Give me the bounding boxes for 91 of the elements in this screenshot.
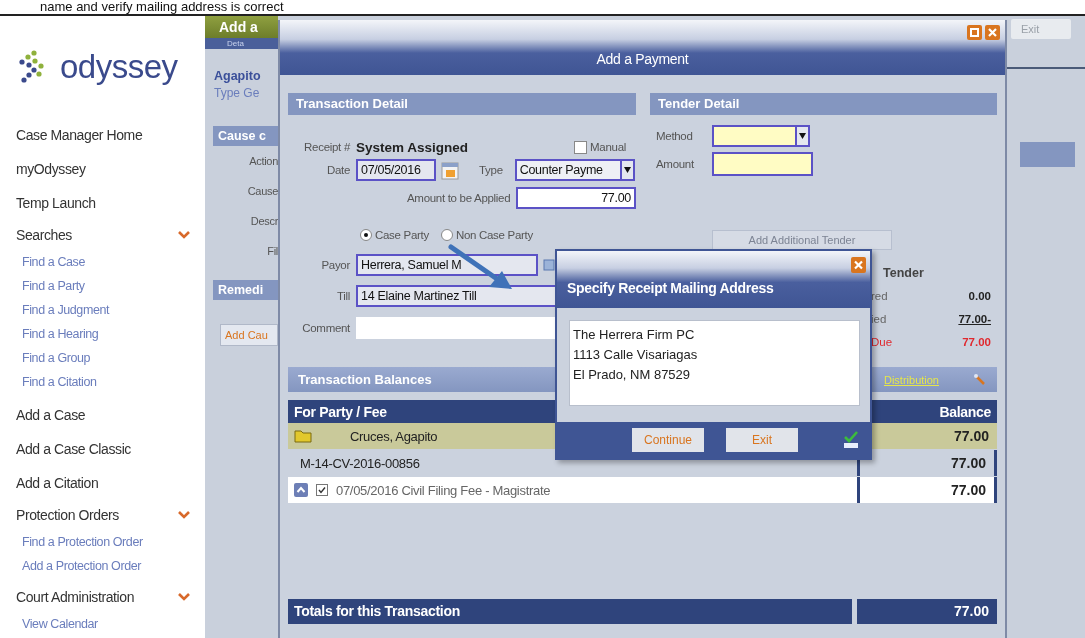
radio-label: Case Party: [375, 229, 429, 241]
table-cell: 77.00: [857, 477, 997, 503]
close-icon[interactable]: [985, 25, 1000, 40]
field-label: Receipt #: [303, 141, 350, 153]
column-header: Balance: [938, 403, 992, 420]
section-title: Transaction Balances: [298, 372, 432, 387]
add-button[interactable]: Add Cau: [220, 324, 278, 346]
nav-section-label[interactable]: Court Administration: [16, 589, 135, 605]
field-label: Method: [655, 130, 694, 142]
dialog-title: Add a Payment: [596, 51, 689, 67]
address-field[interactable]: The Herrera Firm PC 1113 Calle Visariagas El Prado, NM 87529: [569, 320, 860, 406]
field-label: Type: [479, 164, 503, 176]
summary-title: Tender: [882, 266, 925, 282]
nav-link[interactable]: Add a Citation: [16, 466, 205, 500]
detail-tab[interactable]: Deta: [227, 39, 244, 48]
receipt-number: System Assigned: [356, 139, 469, 155]
section-header: Cause c: [213, 126, 278, 146]
chevron-icon[interactable]: [177, 592, 191, 602]
summary-value: 77.00: [962, 335, 991, 348]
logo-text: odyssey: [60, 48, 178, 86]
field-label: Cause: [246, 184, 278, 199]
payor-field[interactable]: Herrera, Samuel M: [356, 254, 538, 276]
date-field[interactable]: 07/05/2016: [356, 159, 436, 181]
totals-label: Totals for this Transaction: [288, 599, 852, 624]
nav-sublink[interactable]: Find a Judgment: [16, 298, 205, 322]
exit-button[interactable]: Exit: [1011, 19, 1071, 39]
table-cell: M-14-CV-2016-00856: [300, 455, 420, 471]
field-label: Action: [248, 154, 278, 169]
dialog-button[interactable]: Continue: [632, 428, 704, 452]
nav-sublink[interactable]: Find a Party: [16, 274, 205, 298]
table-cell-text: 77.00: [952, 427, 990, 446]
caption-text: name and verify mailing address is correct: [39, 0, 285, 14]
section-header: Tender Detail: [650, 93, 997, 115]
lookup-icon[interactable]: [543, 258, 555, 272]
calendar-icon[interactable]: [441, 160, 459, 180]
tender-amount-field[interactable]: [712, 152, 813, 176]
nav-sublink[interactable]: Find a Case: [16, 250, 205, 274]
field-label: Fil: [266, 244, 278, 259]
chevron-icon[interactable]: [177, 230, 191, 240]
summary-label: red: [871, 289, 888, 302]
spellcheck-icon[interactable]: [842, 430, 860, 450]
summary-value: 0.00: [968, 289, 991, 302]
type-select[interactable]: Counter Payme: [514, 159, 635, 181]
nav-sublink[interactable]: Find a Protection Order: [16, 530, 205, 554]
checkbox-label: Manual: [590, 141, 626, 153]
field-label: Till: [335, 290, 350, 302]
maximize-icon[interactable]: [967, 25, 982, 40]
fee-checkbox[interactable]: [316, 484, 328, 496]
dialog-button[interactable]: Exit: [726, 428, 798, 452]
summary-label: Due: [871, 335, 893, 348]
wand-icon[interactable]: [973, 372, 987, 387]
table-cell: 07/05/2016 Civil Filing Fee - Magistrate: [336, 482, 551, 498]
field-label: Date: [325, 164, 350, 176]
field-label: Payor: [320, 259, 350, 271]
section-header: Transaction Detail: [288, 93, 636, 115]
nav-link[interactable]: Case Manager Home: [16, 118, 205, 152]
expand-icon[interactable]: [294, 483, 308, 497]
radio-label: Non Case Party: [455, 229, 533, 241]
amount-field[interactable]: 77.00: [516, 187, 636, 209]
method-select[interactable]: [712, 125, 810, 147]
field-label: Descr: [249, 214, 278, 229]
totals-value: 77.00: [857, 599, 997, 624]
radio-button[interactable]: [360, 229, 372, 241]
nav-section-label[interactable]: Protection Orders: [16, 507, 119, 523]
chevron-icon[interactable]: [177, 510, 191, 520]
column-header: For Party / Fee: [293, 403, 388, 420]
field-label: Amount: [655, 158, 695, 170]
section-bar: [1020, 142, 1075, 167]
section-header: Remedi: [213, 280, 278, 300]
close-icon[interactable]: [851, 257, 866, 273]
folder-icon[interactable]: [294, 429, 312, 443]
page-header: Add a: [205, 16, 278, 38]
table-cell-text: Cruces, Agapito: [349, 428, 438, 444]
radio-button[interactable]: [440, 229, 453, 241]
nav-sublink[interactable]: Add a Protection Order: [16, 554, 205, 578]
nav-sublink[interactable]: View Calendar: [16, 612, 205, 636]
field-label: Amount to be Applied: [406, 192, 511, 204]
nav-link[interactable]: Add a Case: [16, 398, 205, 432]
manual-checkbox[interactable]: [574, 140, 588, 154]
nav-link[interactable]: Add a Case Classic: [16, 432, 205, 466]
nav-sublink[interactable]: Find a Group: [16, 346, 205, 370]
nav-link[interactable]: Temp Launch: [16, 186, 205, 220]
nav-sublink[interactable]: Find a Citation: [16, 370, 205, 394]
type-label: Type Ge: [214, 86, 261, 100]
nav-sublink[interactable]: Find a Hearing: [16, 322, 205, 346]
party-name: Agapito: [214, 69, 262, 83]
field-label: Comment: [301, 322, 350, 334]
summary-label: ied: [871, 312, 887, 325]
nav-section-label[interactable]: Searches: [16, 227, 72, 243]
summary-value: 77.00-: [958, 312, 991, 325]
nav-link[interactable]: myOdyssey: [16, 152, 205, 186]
